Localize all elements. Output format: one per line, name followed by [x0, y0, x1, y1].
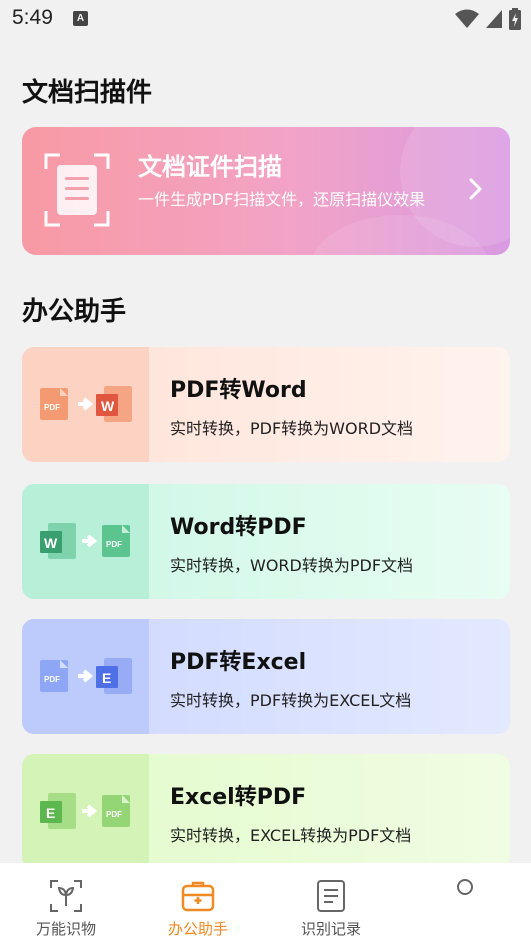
card-subtitle: 实时转换，PDF转换为EXCEL文档 — [170, 691, 412, 710]
cell-signal-icon — [486, 10, 502, 28]
card-subtitle: 实时转换，WORD转换为PDF文档 — [170, 556, 414, 575]
scan-card-title: 文档证件扫描 — [138, 153, 282, 181]
document-list-icon — [317, 880, 345, 912]
word-to-pdf-icon: W PDF — [40, 523, 130, 559]
card-title: Word转PDF — [170, 515, 307, 540]
pdf-to-word-icon: PDF W — [40, 386, 132, 422]
bottom-nav: 万能识物 办公助手 识别记录 — [0, 863, 531, 945]
scan-card-subtitle: 一件生成PDF扫描文件，还原扫描仪效果 — [138, 190, 426, 209]
card-title: Excel转PDF — [170, 785, 307, 810]
nav-item-office-assistant[interactable]: 办公助手 — [132, 863, 264, 945]
svg-text:E: E — [102, 670, 111, 686]
pdf-to-excel-card[interactable]: PDF E PDF转Excel 实时转换，PDF转换为EXCEL文档 — [22, 619, 510, 734]
svg-text:E: E — [46, 805, 55, 821]
office-section-title: 办公助手 — [22, 297, 127, 327]
svg-text:W: W — [101, 398, 115, 414]
excel-to-pdf-icon: E PDF — [40, 793, 130, 829]
svg-text:PDF: PDF — [106, 540, 122, 549]
sprout-scan-icon — [50, 880, 82, 912]
status-bar: 5:49 A — [0, 0, 531, 38]
nav-item-profile[interactable] — [399, 863, 531, 945]
card-subtitle: 实时转换，EXCEL转换为PDF文档 — [170, 826, 412, 845]
profile-icon — [457, 879, 473, 895]
svg-text:PDF: PDF — [106, 810, 122, 819]
battery-charging-icon — [509, 8, 521, 30]
scan-section-title: 文档扫描件 — [22, 78, 153, 108]
word-to-pdf-card[interactable]: W PDF Word转PDF 实时转换，WORD转换为PDF文档 — [22, 484, 510, 599]
svg-text:PDF: PDF — [44, 403, 60, 412]
wifi-icon — [455, 9, 479, 28]
status-time: 5:49 — [12, 6, 53, 29]
card-subtitle: 实时转换，PDF转换为WORD文档 — [170, 419, 414, 438]
nav-label: 万能识物 — [35, 920, 96, 938]
nav-label: 办公助手 — [167, 920, 228, 938]
card-title: PDF转Word — [170, 378, 307, 403]
document-scan-card[interactable]: 文档证件扫描 一件生成PDF扫描文件，还原扫描仪效果 — [22, 127, 510, 255]
nav-item-object-recognition[interactable]: 万能识物 — [0, 863, 132, 945]
excel-to-pdf-card[interactable]: E PDF Excel转PDF 实时转换，EXCEL转换为PDF文档 — [22, 754, 510, 869]
document-scan-icon — [44, 153, 110, 227]
nav-label: 识别记录 — [300, 920, 361, 938]
card-title: PDF转Excel — [170, 650, 307, 675]
briefcase-icon — [181, 881, 215, 912]
nav-item-recognition-history[interactable]: 识别记录 — [265, 863, 397, 945]
svg-text:W: W — [44, 535, 58, 551]
chevron-right-icon — [469, 178, 483, 200]
svg-text:PDF: PDF — [44, 675, 60, 684]
a-notification-icon: A — [73, 11, 88, 26]
pdf-to-excel-icon: PDF E — [40, 658, 132, 694]
pdf-to-word-card[interactable]: PDF W PDF转Word 实时转换，PDF转换为WORD文档 — [22, 347, 510, 462]
status-icons — [455, 8, 521, 30]
